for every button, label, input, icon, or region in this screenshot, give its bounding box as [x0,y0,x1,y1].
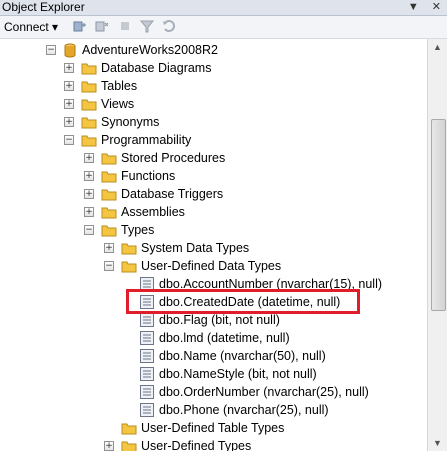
expand-icon[interactable]: + [64,63,74,73]
node-label: dbo.NameStyle (bit, not null) [159,367,317,381]
expand-icon[interactable]: + [84,171,94,181]
expand-icon[interactable]: + [84,189,94,199]
expand-icon[interactable]: + [104,243,114,253]
tree-node-synonyms[interactable]: + Synonyms [0,113,427,131]
node-label: dbo.Name (nvarchar(50), null) [159,349,326,363]
udt-item[interactable]: dbo.OrderNumber (nvarchar(25), null) [0,383,427,401]
expand-icon[interactable]: + [84,153,94,163]
folder-icon [101,204,117,220]
folder-icon [81,114,97,130]
tree-node-database-diagrams[interactable]: + Database Diagrams [0,59,427,77]
tree-node-views[interactable]: + Views [0,95,427,113]
node-label: Functions [121,169,176,183]
collapse-icon[interactable]: − [84,225,94,235]
node-label: Database Triggers [121,187,224,201]
tree-node-system-data-types[interactable]: + System Data Types [0,239,427,257]
tree-node-user-defined-table-types[interactable]: User-Defined Table Types [0,419,427,437]
tree-node-stored-procedures[interactable]: + Stored Procedures [0,149,427,167]
highlight-box [126,289,360,314]
close-icon[interactable]: ✕ [432,1,441,13]
expand-icon[interactable]: + [64,81,74,91]
node-label: Synonyms [101,115,160,129]
type-icon [139,402,155,418]
filter-icon[interactable] [140,19,154,33]
database-icon [62,42,78,58]
type-icon [139,330,155,346]
vertical-scrollbar[interactable]: ▲ ▼ [427,39,447,451]
expand-icon[interactable]: + [64,99,74,109]
udt-item[interactable]: dbo.Phone (nvarchar(25), null) [0,401,427,419]
collapse-icon[interactable]: − [104,261,114,271]
node-label: dbo.Phone (nvarchar(25), null) [159,403,329,417]
stop-icon[interactable] [118,19,132,33]
node-label: Assemblies [121,205,185,219]
folder-icon [81,60,97,76]
folder-icon [101,168,117,184]
expand-icon[interactable]: + [64,117,74,127]
udt-item[interactable]: dbo.NameStyle (bit, not null) [0,365,427,383]
scroll-down-icon[interactable]: ▼ [433,438,442,448]
connect-object-icon[interactable] [73,19,87,33]
type-icon [139,366,155,382]
udt-item[interactable]: dbo.Name (nvarchar(50), null) [0,347,427,365]
node-label: Programmability [101,133,192,147]
refresh-icon[interactable] [162,19,176,33]
folder-open-icon [81,132,97,148]
object-explorer-tree: − AdventureWorks2008R2 + Database Diagra… [0,39,427,451]
panel-title: Object Explorer [2,0,85,14]
folder-icon [81,78,97,94]
scroll-up-icon[interactable]: ▲ [433,42,442,52]
folder-icon [101,186,117,202]
tree-node-types[interactable]: − Types [0,221,427,239]
window-position-icon[interactable]: ▼ [408,1,419,13]
tree-node-assemblies[interactable]: + Assemblies [0,203,427,221]
object-explorer-titlebar: Object Explorer ▼ ✕ [0,0,447,16]
node-label: Database Diagrams [101,61,212,75]
folder-icon [121,438,137,451]
folder-icon [101,150,117,166]
type-icon [139,384,155,400]
collapse-icon[interactable]: − [64,135,74,145]
type-icon [139,348,155,364]
tree-node-user-defined-types[interactable]: + User-Defined Types [0,437,427,451]
node-label: User-Defined Types [141,439,252,451]
folder-open-icon [121,258,137,274]
collapse-icon[interactable]: − [46,45,56,55]
node-label: Types [121,223,155,237]
node-label: dbo.OrderNumber (nvarchar(25), null) [159,385,369,399]
connect-dropdown-button[interactable]: Connect ▾ [4,19,58,35]
folder-icon [121,420,137,436]
tree-node-functions[interactable]: + Functions [0,167,427,185]
node-label: User-Defined Data Types [141,259,282,273]
folder-icon [121,240,137,256]
expand-icon[interactable]: + [104,441,114,451]
type-icon [139,312,155,328]
tree-node-database-triggers[interactable]: + Database Triggers [0,185,427,203]
tree-node-programmability[interactable]: − Programmability [0,131,427,149]
node-label: User-Defined Table Types [141,421,285,435]
tree-node-database[interactable]: − AdventureWorks2008R2 [0,41,427,59]
node-label: Stored Procedures [121,151,226,165]
scrollbar-thumb[interactable] [431,119,446,311]
tree-node-user-defined-data-types[interactable]: − User-Defined Data Types [0,257,427,275]
object-explorer-toolbar: Connect ▾ [0,16,447,39]
folder-open-icon [101,222,117,238]
node-label: Views [101,97,135,111]
node-label: System Data Types [141,241,250,255]
udt-item[interactable]: dbo.lmd (datetime, null) [0,329,427,347]
folder-icon [81,96,97,112]
database-label: AdventureWorks2008R2 [82,43,218,57]
expand-icon[interactable]: + [84,207,94,217]
disconnect-icon[interactable] [95,19,109,33]
tree-node-tables[interactable]: + Tables [0,77,427,95]
node-label: Tables [101,79,138,93]
node-label: dbo.lmd (datetime, null) [159,331,290,345]
